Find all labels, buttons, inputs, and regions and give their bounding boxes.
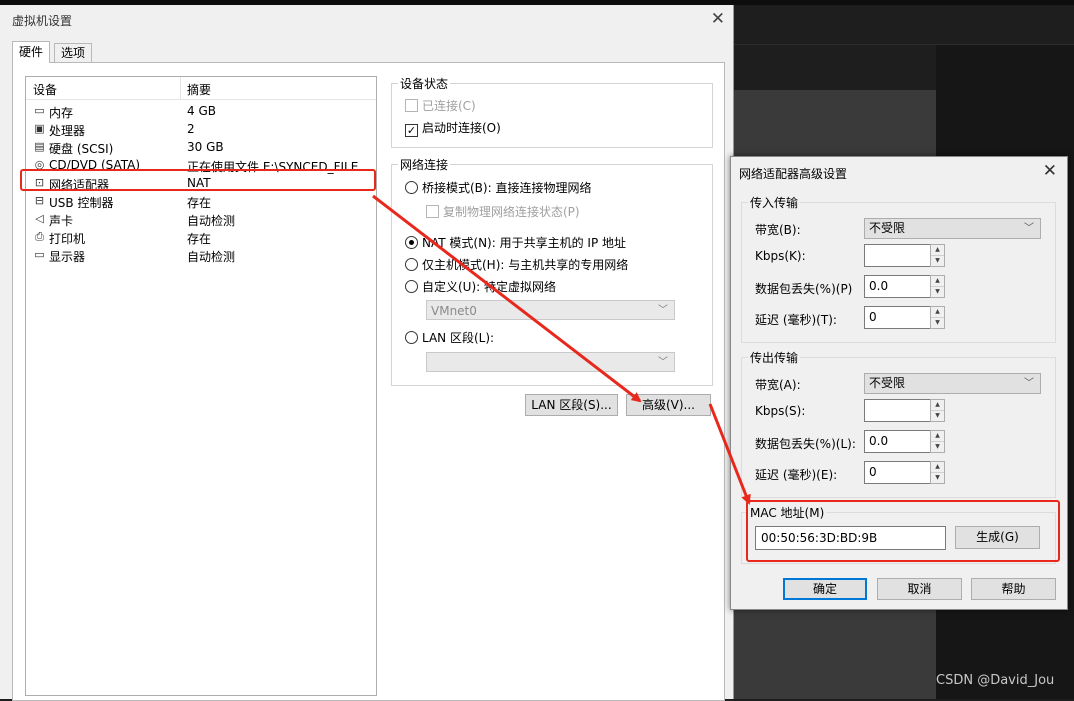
tab-hardware[interactable]: 硬件 xyxy=(12,41,51,63)
annotation-arrows xyxy=(372,194,751,505)
annotation-arrow-to-advanced xyxy=(372,194,642,403)
annotation-arrow-to-mac xyxy=(708,403,751,505)
